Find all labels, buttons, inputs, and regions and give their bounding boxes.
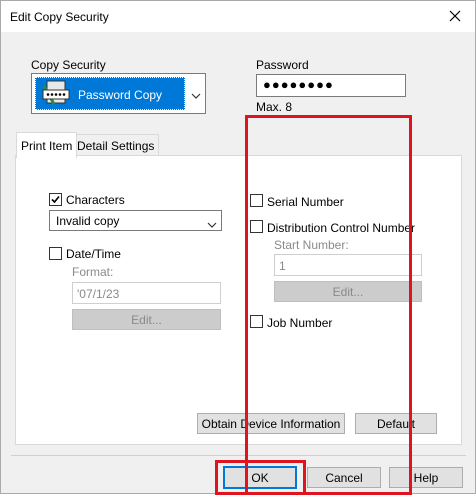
- tab-detail-settings-label: Detail Settings: [77, 139, 155, 153]
- title-bar: Edit Copy Security: [1, 1, 475, 32]
- format-edit-label: Edit...: [131, 312, 162, 327]
- password-field[interactable]: ●●●●●●●●: [256, 74, 406, 97]
- format-label: Format:: [72, 265, 114, 279]
- start-number-field[interactable]: 1: [274, 254, 422, 276]
- format-value: '07/1/23: [77, 287, 120, 301]
- password-value: ●●●●●●●●: [263, 77, 334, 92]
- start-number-edit-label: Edit...: [332, 284, 364, 299]
- obtain-device-info-label: Obtain Device Information: [201, 416, 341, 431]
- format-field[interactable]: '07/1/23: [72, 282, 221, 304]
- characters-value: Invalid copy: [56, 214, 120, 228]
- cancel-label: Cancel: [325, 470, 363, 485]
- checkmark-icon: [51, 195, 60, 204]
- obtain-device-info-button[interactable]: Obtain Device Information: [197, 413, 345, 434]
- ok-button[interactable]: OK: [223, 466, 297, 489]
- copy-security-select[interactable]: Password Copy: [31, 73, 206, 114]
- password-max-hint: Max. 8: [256, 100, 293, 114]
- distribution-control-checkbox[interactable]: [250, 220, 263, 233]
- start-number-value: 1: [279, 259, 286, 273]
- copy-security-selected-item: Password Copy: [35, 77, 185, 110]
- tab-print-item[interactable]: Print Item: [16, 132, 78, 158]
- serial-number-label: Serial Number: [267, 195, 344, 209]
- characters-checkbox[interactable]: [49, 193, 62, 206]
- copy-security-label: Copy Security: [31, 58, 106, 72]
- datetime-checkbox[interactable]: [49, 247, 62, 260]
- job-number-checkbox[interactable]: [250, 315, 263, 328]
- close-icon[interactable]: [441, 3, 469, 29]
- cancel-button[interactable]: Cancel: [307, 467, 381, 488]
- password-copy-icon: [41, 80, 71, 108]
- characters-label: Characters: [66, 193, 125, 207]
- serial-number-checkbox[interactable]: [250, 194, 263, 207]
- password-label: Password: [256, 58, 309, 72]
- chevron-down-icon: [207, 217, 217, 231]
- tab-print-item-label: Print Item: [21, 138, 73, 153]
- ok-label: OK: [251, 470, 269, 485]
- default-label: Default: [376, 416, 416, 431]
- dialog-title: Edit Copy Security: [10, 10, 109, 24]
- distribution-control-label: Distribution Control Number: [267, 221, 416, 235]
- start-number-edit-button[interactable]: Edit...: [274, 281, 422, 302]
- datetime-label: Date/Time: [66, 247, 121, 261]
- format-edit-button[interactable]: Edit...: [72, 309, 221, 330]
- start-number-label: Start Number:: [274, 238, 349, 252]
- copy-security-value: Password Copy: [78, 88, 163, 102]
- help-label: Help: [413, 470, 439, 485]
- chevron-down-icon: [191, 88, 201, 102]
- help-button[interactable]: Help: [389, 467, 463, 488]
- footer-divider: [11, 455, 466, 456]
- edit-copy-security-dialog: Edit Copy Security Copy Security Passwor: [0, 0, 476, 495]
- characters-select[interactable]: Invalid copy: [49, 210, 222, 231]
- job-number-label: Job Number: [267, 316, 333, 330]
- default-button[interactable]: Default: [355, 413, 437, 434]
